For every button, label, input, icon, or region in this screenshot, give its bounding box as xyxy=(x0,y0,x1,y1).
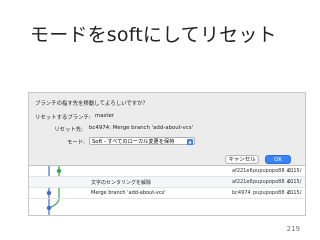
dialog-question: ブランチの指す先を移動してよろしいですか？ xyxy=(35,101,148,107)
commit-message: 文字のセンタリングを解除 xyxy=(91,180,152,186)
commit-date: 2015/ xyxy=(287,190,302,196)
mode-label: モード: xyxy=(67,140,85,146)
commit-message: Merge branch 'add-about-vcs' xyxy=(91,190,166,196)
commit-list: af221e6 pupupopo88 <... 2015/ 文字のセンタリングを… xyxy=(29,166,305,215)
branch-value: master xyxy=(95,113,115,119)
ok-button[interactable]: OK xyxy=(265,155,291,164)
commit-date: 2015/ xyxy=(287,168,302,174)
cancel-button[interactable]: キャンセル xyxy=(225,155,259,164)
page-number: 219 xyxy=(286,225,300,233)
commit-date: 2015/ xyxy=(287,179,302,185)
commit-row[interactable]: af221e6 pupupopo88 <... 2015/ xyxy=(29,166,305,177)
commit-node xyxy=(46,205,52,211)
mode-select[interactable]: Soft - すべてのローカル変更を保持 ▲ xyxy=(89,137,195,145)
commit-sha: af221e6 xyxy=(232,179,253,185)
reset-dialog: ブランチの指す先を移動してよろしいですか？ リセットするブランチ: master… xyxy=(29,93,305,166)
chevron-updown-icon: ▲ xyxy=(187,138,193,145)
commit-sha: bc4974 xyxy=(232,190,251,196)
target-value: bc4974: Merge branch 'add-about-vcs' xyxy=(89,125,193,131)
target-label: リセット先: xyxy=(54,127,83,133)
sourcetree-screenshot: ブランチの指す先を移動してよろしいですか？ リセットするブランチ: master… xyxy=(28,92,306,216)
commit-row[interactable]: 文字のセンタリングを解除 af221e6 pupupopo88 <... 201… xyxy=(29,177,305,188)
branch-label: リセットするブランチ: xyxy=(35,115,91,121)
commit-row[interactable]: Merge branch 'add-about-vcs' bc4974 pupu… xyxy=(29,188,305,199)
commit-sha: af221e6 xyxy=(232,168,253,174)
slide-title: モードをsoftにしてリセット xyxy=(30,24,277,46)
mode-select-value: Soft - すべてのローカル変更を保持 xyxy=(92,139,175,145)
